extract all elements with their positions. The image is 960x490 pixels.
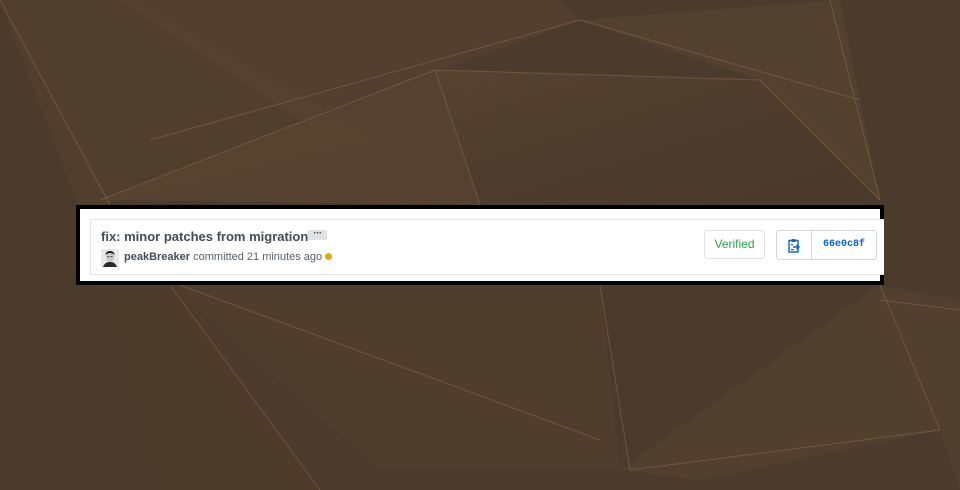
commit-sha-link[interactable]: 66e0c8f: [812, 231, 876, 259]
commit-time-text: committed 21 minutes ago: [190, 251, 323, 263]
author-link[interactable]: peakBreaker: [124, 251, 190, 263]
build-status-icon[interactable]: [325, 253, 333, 260]
commit-panel-frame: fix: minor patches from migration ··· pe…: [76, 205, 884, 285]
expand-message-button[interactable]: ···: [308, 229, 327, 240]
sha-button-group: 66e0c8f: [776, 230, 877, 260]
commit-row: fix: minor patches from migration ··· pe…: [90, 219, 884, 275]
commit-meta: peakBreaker committed 21 minutes ago: [124, 251, 333, 263]
avatar[interactable]: [101, 249, 119, 267]
verified-badge[interactable]: Verified: [704, 230, 765, 259]
user-avatar-icon: [101, 249, 119, 267]
clipboard-icon: [788, 238, 801, 253]
commit-title[interactable]: fix: minor patches from migration: [101, 229, 308, 244]
copy-sha-button[interactable]: [777, 231, 812, 259]
